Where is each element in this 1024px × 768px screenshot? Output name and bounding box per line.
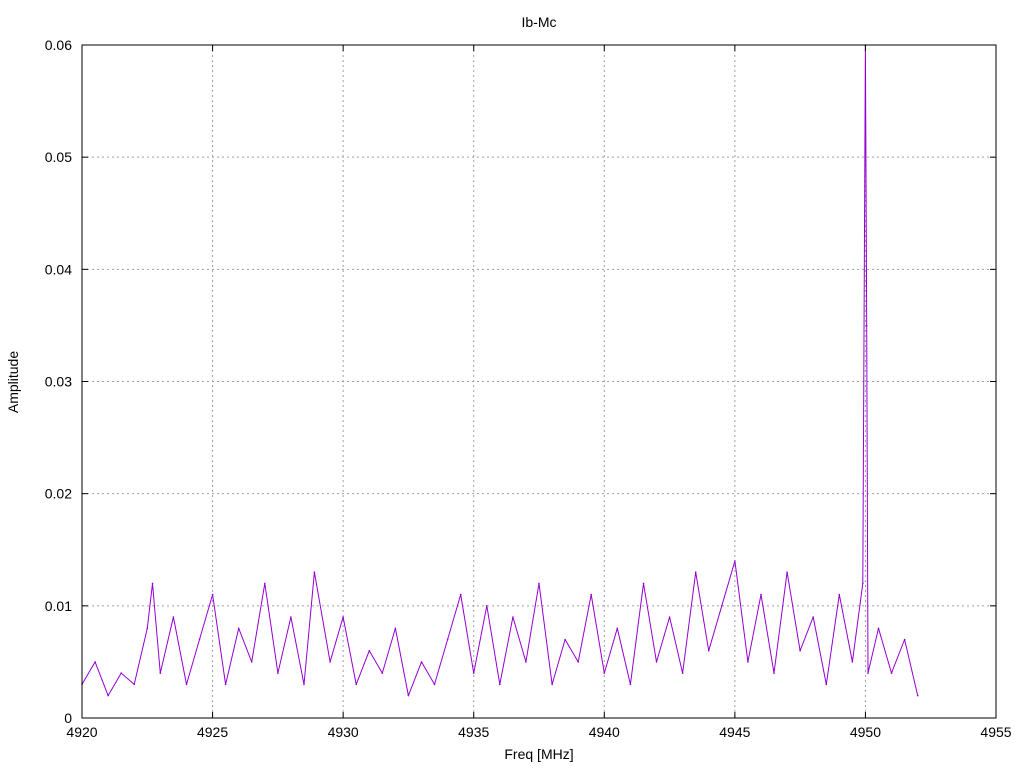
data-point [760, 593, 762, 596]
x-tick-label: 4925 [197, 724, 228, 740]
x-tick-label: 4920 [66, 724, 97, 740]
data-point [668, 616, 671, 618]
data-point [407, 694, 410, 697]
x-axis-label: Freq [MHz] [504, 746, 573, 762]
x-tick-label: 4950 [850, 724, 881, 740]
data-point [603, 672, 606, 674]
data-point [355, 683, 358, 686]
data-point [237, 627, 240, 630]
y-tick-label: 0.03 [45, 374, 72, 390]
data-point [224, 683, 227, 686]
data-point [694, 571, 697, 573]
y-tick-label: 0.06 [45, 37, 72, 53]
y-tick-label: 0.02 [45, 486, 72, 502]
data-point [198, 638, 201, 641]
data-point [120, 672, 122, 674]
x-tick-label: 4930 [328, 724, 359, 740]
data-point [211, 593, 214, 596]
data-point [459, 593, 462, 596]
x-tick-label: 4955 [980, 724, 1011, 740]
data-point [642, 582, 645, 585]
data-point [851, 661, 854, 663]
x-tick-label: 4945 [719, 724, 750, 740]
data-point [250, 661, 253, 663]
data-point [707, 649, 710, 652]
data-point [747, 661, 749, 663]
data-point [538, 582, 540, 585]
data-point [94, 661, 96, 663]
y-tick-label: 0 [64, 710, 72, 726]
data-point [916, 694, 919, 697]
data-point [290, 616, 292, 618]
data-point [394, 627, 397, 630]
y-tick-label: 0.01 [45, 598, 72, 614]
data-point [446, 638, 449, 641]
data-point [616, 627, 619, 630]
y-axis-label: Amplitude [5, 351, 21, 413]
data-point [786, 571, 788, 573]
data-point [313, 571, 316, 573]
data-point [172, 616, 175, 618]
data-point [277, 672, 279, 674]
data-point [381, 672, 384, 674]
data-point [264, 582, 266, 585]
data-point [734, 560, 736, 562]
data-point [865, 324, 868, 327]
data-point [368, 649, 371, 652]
data-point [890, 672, 893, 674]
data-point [577, 661, 579, 663]
y-tick-label: 0.04 [45, 261, 72, 277]
data-point [525, 661, 527, 663]
data-point [825, 683, 828, 686]
data-point [159, 672, 162, 674]
data-point [655, 661, 658, 663]
x-tick-label: 4940 [589, 724, 620, 740]
x-tick-label: 4935 [458, 724, 489, 740]
data-point [303, 683, 305, 686]
chart-background [0, 0, 1024, 768]
data-point [799, 649, 801, 652]
data-point [812, 616, 814, 618]
data-point [146, 627, 149, 630]
data-point [133, 683, 135, 686]
data-point [107, 694, 109, 697]
data-point [590, 593, 592, 596]
data-point [342, 616, 344, 618]
data-point [838, 593, 841, 596]
data-point [721, 605, 723, 607]
data-point [512, 616, 514, 618]
data-point [551, 683, 553, 686]
chart-title: Ib-Mc [522, 14, 557, 30]
data-point [773, 672, 775, 674]
data-point [486, 605, 488, 607]
data-point [433, 683, 436, 686]
data-point [867, 672, 869, 674]
y-tick-label: 0.05 [45, 149, 72, 165]
data-point [472, 672, 475, 674]
data-point [420, 661, 423, 663]
chart: 4920 4925 4930 4935 4940 4945 4950 4955 0 0.01 0.… [0, 0, 1024, 768]
data-point [185, 683, 188, 686]
data-point [564, 638, 566, 641]
data-point [862, 582, 864, 585]
data-point [151, 582, 154, 585]
data-point [877, 627, 880, 630]
data-point [499, 683, 501, 686]
data-point [329, 661, 331, 663]
data-point [903, 638, 906, 641]
data-point [681, 672, 684, 674]
data-point [629, 683, 632, 686]
